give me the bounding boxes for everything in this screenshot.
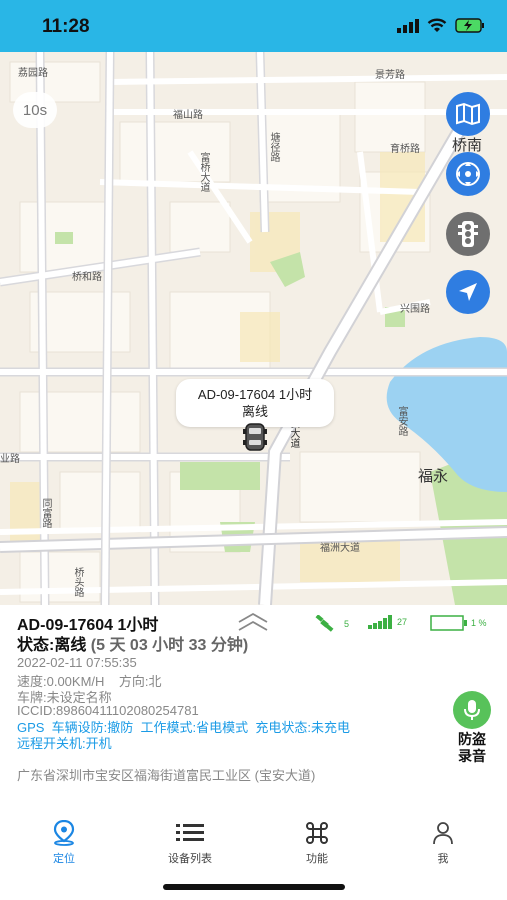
location-pin-icon [53, 820, 75, 846]
status-icons [397, 18, 485, 33]
map-label: 业路 [0, 454, 20, 465]
device-battery-indicator: 1 % [430, 615, 487, 631]
satellite-icon [315, 615, 334, 632]
device-iccid: ICCID:89860411102080254781 [17, 703, 199, 718]
car-marker-icon[interactable] [242, 422, 268, 452]
navigation-arrow-icon [459, 283, 477, 301]
device-info-panel: AD-09-17604 1小时 5 27 1 % 状态:离线 (5 天 03 小… [0, 605, 507, 800]
list-icon [176, 824, 204, 841]
map-view[interactable]: 荔园路 景芳路 福山路 富桥大道 塘径路 育桥路 桥和路 宝安大道 富安路 业路… [0, 52, 507, 605]
battery-empty-icon [430, 615, 467, 631]
car-popup[interactable]: AD-09-17604 1小时 离线 [176, 379, 334, 427]
map-label: 同富路 [40, 498, 51, 528]
tab-label: 设备列表 [168, 853, 212, 865]
map-layer-icon [456, 102, 480, 126]
anti-theft-label-line1: 防盗 [458, 731, 486, 747]
home-indicator [163, 884, 345, 890]
signal-value: 27 [397, 617, 408, 627]
status-bar: 11:28 [0, 0, 507, 52]
tab-label: 功能 [306, 853, 328, 865]
device-remote-power: 远程开关机:开机 [17, 736, 112, 751]
map-label: 福洲大道 [320, 543, 360, 554]
cellular-signal-icon [397, 18, 419, 33]
gps-satellite-indicator: 5 [315, 615, 349, 633]
car-popup-title: AD-09-17604 1小时 [197, 387, 313, 402]
map-label: 桥和路 [72, 272, 102, 283]
anti-theft-record-label: 防盗 录音 [452, 731, 492, 765]
tab-device-list[interactable]: 设备列表 [145, 820, 235, 866]
map-label: 富安路 [396, 406, 407, 436]
map-label: 兴围路 [400, 304, 430, 315]
signal-bars-icon [368, 615, 392, 629]
refresh-interval-badge[interactable]: 10s [13, 92, 57, 128]
wifi-icon [427, 18, 447, 32]
anti-theft-record-button[interactable] [453, 691, 491, 729]
status-label: 状态:离线 [17, 637, 87, 654]
recenter-button[interactable] [446, 152, 490, 196]
map-label: 塘径路 [268, 132, 279, 162]
my-location-button[interactable] [446, 270, 490, 314]
chevron-up-icon[interactable] [236, 611, 270, 633]
anti-theft-label-line2: 录音 [458, 748, 486, 764]
battery-percent: 1 % [471, 618, 487, 628]
map-background [0, 52, 507, 605]
device-datetime: 2022-02-11 07:55:35 [17, 655, 137, 670]
status-time: 11:28 [42, 16, 90, 37]
device-status: 状态:离线 (5 天 03 小时 33 分钟) [17, 631, 248, 655]
signal-strength-indicator: 27 [368, 615, 407, 629]
microphone-icon [464, 700, 480, 720]
traffic-light-icon [458, 221, 478, 247]
car-popup-status: 离线 [241, 404, 268, 419]
device-address: 广东省深圳市宝安区福海街道富民工业区 (宝安大道) [17, 768, 316, 783]
tab-label: 定位 [53, 853, 75, 865]
map-label: 福山路 [173, 110, 203, 121]
status-duration: (5 天 03 小时 33 分钟) [90, 637, 249, 654]
tab-label: 我 [437, 853, 449, 865]
gps-sat-count: 5 [344, 619, 350, 629]
map-label: 育桥路 [390, 144, 420, 155]
compass-arrows-icon [456, 162, 480, 186]
map-layer-button[interactable] [446, 92, 490, 136]
person-icon [433, 822, 453, 845]
map-label: 福永 [418, 468, 449, 485]
traffic-toggle-button[interactable] [446, 212, 490, 256]
map-label: 富桥大道 [198, 152, 209, 192]
map-label: 荔园路 [18, 68, 48, 79]
map-label: 景芳路 [375, 70, 405, 81]
map-label: 桥头路 [72, 567, 83, 597]
tab-location[interactable]: 定位 [19, 820, 109, 866]
battery-charging-icon [455, 18, 484, 33]
command-icon [306, 822, 328, 844]
tab-me[interactable]: 我 [398, 820, 488, 866]
tab-functions[interactable]: 功能 [272, 820, 362, 866]
